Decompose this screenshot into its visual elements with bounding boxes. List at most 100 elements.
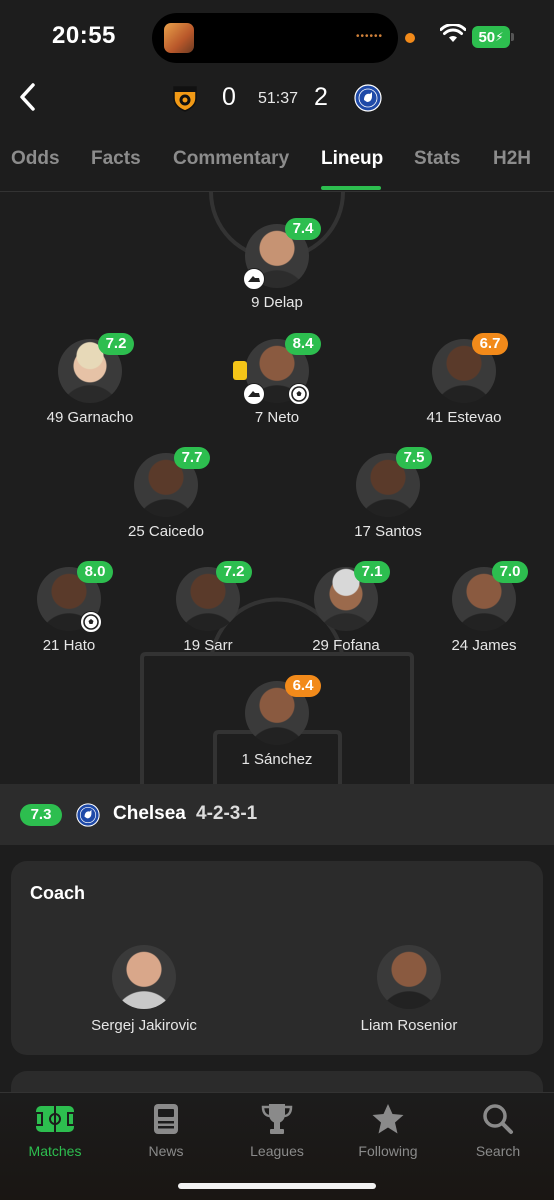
mic-indicator-icon — [405, 33, 415, 43]
match-tabs: Odds Facts Commentary Lineup Stats H2H — [0, 136, 554, 192]
activity-indicator-icon: •••••• — [356, 31, 384, 42]
battery-indicator: 50 ⚡ — [472, 26, 510, 48]
player-card[interactable]: 7.4 9 Delap — [217, 218, 337, 311]
search-icon — [483, 1104, 513, 1134]
player-card[interactable]: 6.4 1 Sánchez — [217, 675, 337, 768]
chelsea-crest-icon[interactable] — [354, 84, 382, 112]
home-indicator[interactable] — [178, 1183, 376, 1189]
player-avatar: 8.0 — [37, 561, 113, 633]
player-rating: 7.0 — [492, 561, 528, 583]
away-score: 2 — [314, 83, 328, 111]
home-score: 0 — [222, 83, 236, 111]
news-icon — [154, 1104, 178, 1134]
player-rating: 6.4 — [285, 675, 321, 697]
player-name: 21 Hato — [42, 637, 96, 654]
goal-ball-icon — [288, 383, 310, 405]
team-summary-bar: 7.3 Chelsea 4-2-3-1 — [0, 784, 554, 845]
player-avatar: 8.4 — [233, 333, 321, 405]
player-name: 17 Santos — [354, 523, 422, 540]
player-avatar: 7.1 — [314, 561, 390, 631]
nav-following[interactable]: Following — [333, 1101, 443, 1159]
player-name: 41 Estevao — [426, 409, 502, 426]
nav-news[interactable]: News — [111, 1101, 221, 1159]
player-card[interactable]: 8.4 7 Neto — [217, 333, 337, 426]
player-name: 24 James — [451, 637, 517, 654]
dynamic-island: •••••• — [152, 13, 398, 63]
charging-bolt-icon: ⚡ — [495, 30, 504, 44]
nav-search[interactable]: Search — [443, 1101, 553, 1159]
player-rating: 7.7 — [174, 447, 210, 469]
player-avatar: 7.7 — [134, 447, 210, 517]
status-time: 20:55 — [52, 22, 116, 49]
player-avatar: 6.4 — [245, 675, 321, 745]
player-card[interactable]: 7.0 24 James — [424, 561, 544, 654]
player-card[interactable]: 8.0 21 Hato — [9, 561, 129, 654]
player-avatar: 7.2 — [176, 561, 252, 631]
player-card[interactable]: 7.2 49 Garnacho — [30, 333, 150, 426]
chelsea-crest-icon — [76, 803, 100, 827]
player-rating: 7.2 — [216, 561, 252, 583]
player-name: 19 Sarr — [183, 637, 233, 654]
player-avatar: 7.4 — [243, 218, 321, 290]
tab-facts[interactable]: Facts — [91, 148, 141, 170]
coach-card[interactable]: Liam Rosenior — [324, 945, 494, 1034]
nav-matches[interactable]: Matches — [0, 1101, 110, 1159]
player-card[interactable]: 7.2 19 Sarr — [148, 561, 268, 654]
coach-card[interactable]: Sergej Jakirovic — [59, 945, 229, 1034]
tab-stats[interactable]: Stats — [414, 148, 460, 170]
boot-icon — [243, 268, 265, 290]
yellow-card-icon — [233, 361, 247, 380]
coach-avatar — [377, 945, 441, 1009]
player-rating: 7.1 — [354, 561, 390, 583]
nav-leagues[interactable]: Leagues — [222, 1101, 332, 1159]
tab-commentary[interactable]: Commentary — [173, 148, 289, 170]
match-clock: 51:37 — [258, 90, 299, 107]
player-rating: 7.4 — [285, 218, 321, 240]
player-name: 29 Fofana — [312, 637, 380, 654]
nav-label: Search — [475, 1143, 521, 1159]
team-formation: 4-2-3-1 — [196, 803, 258, 824]
player-name: 7 Neto — [254, 409, 300, 426]
player-name: 49 Garnacho — [46, 409, 134, 426]
player-rating: 7.2 — [98, 333, 134, 355]
player-avatar: 6.7 — [432, 333, 508, 403]
player-name: 9 Delap — [251, 294, 303, 311]
team-name: Chelsea — [113, 803, 186, 824]
hull-city-crest-icon[interactable] — [171, 84, 199, 112]
player-avatar: 7.0 — [452, 561, 528, 631]
nav-label: News — [148, 1143, 184, 1159]
player-name: 25 Caicedo — [128, 523, 204, 540]
nav-label: Following — [358, 1143, 418, 1159]
status-bar: 20:55 •••••• 50 ⚡ — [0, 0, 554, 72]
player-avatar: 7.5 — [356, 447, 432, 517]
coach-name: Sergej Jakirovic — [91, 1017, 197, 1034]
goal-ball-icon — [80, 611, 102, 633]
wifi-icon — [440, 24, 466, 42]
coach-section: Coach Sergej Jakirovic Liam Rosenior — [11, 861, 543, 1055]
player-avatar: 7.2 — [58, 333, 134, 403]
tab-odds[interactable]: Odds — [11, 148, 60, 170]
player-card[interactable]: 7.7 25 Caicedo — [106, 447, 226, 540]
nav-label: Matches — [28, 1143, 82, 1159]
player-rating: 7.5 — [396, 447, 432, 469]
active-tab-indicator — [321, 186, 381, 190]
player-card[interactable]: 7.1 29 Fofana — [286, 561, 406, 654]
coach-avatar — [112, 945, 176, 1009]
player-card[interactable]: 6.7 41 Estevao — [404, 333, 524, 426]
pitch-icon — [35, 1106, 75, 1132]
player-card[interactable]: 7.5 17 Santos — [328, 447, 448, 540]
nav-label: Leagues — [250, 1143, 304, 1159]
tab-h2h[interactable]: H2H — [493, 148, 531, 170]
player-rating: 8.0 — [77, 561, 113, 583]
player-rating: 8.4 — [285, 333, 321, 355]
player-name: 1 Sánchez — [241, 751, 313, 768]
star-icon — [372, 1104, 404, 1134]
team-rating: 7.3 — [20, 804, 62, 826]
live-activity-app-icon — [164, 23, 194, 53]
tab-lineup[interactable]: Lineup — [321, 148, 383, 170]
player-rating: 6.7 — [472, 333, 508, 355]
trophy-icon — [261, 1104, 293, 1134]
boot-icon — [243, 383, 265, 405]
match-score-header: 0 51:37 2 — [0, 80, 554, 116]
coach-title: Coach — [30, 883, 86, 903]
